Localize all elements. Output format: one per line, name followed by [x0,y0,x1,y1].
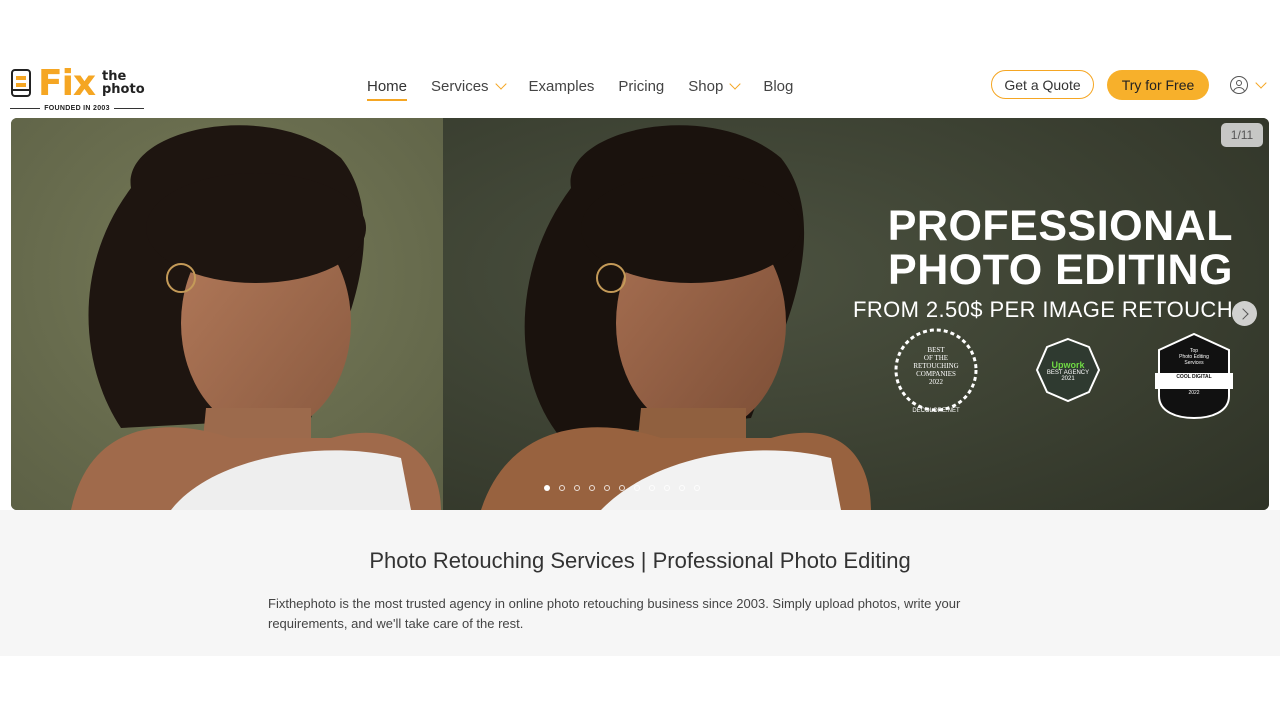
slider-dot[interactable] [634,485,640,491]
nav-item-pricing[interactable]: Pricing [618,75,664,97]
slider-dot[interactable] [589,485,595,491]
upwork-badge-text: Upwork BEST AGENCY 2021 [1046,360,1090,382]
chevron-right-icon [1237,307,1249,320]
logo-word-thephoto: the photo [102,69,145,97]
chevron-down-icon [1255,76,1267,89]
slider-dot[interactable] [679,485,685,491]
nav-item-examples[interactable]: Examples [529,75,595,97]
chevron-down-icon [494,77,507,90]
site-header: Fix the photo FOUNDED IN 2003 Home Servic… [0,56,1280,118]
nav-item-blog[interactable]: Blog [763,75,793,97]
get-a-quote-button[interactable]: Get a Quote [991,70,1094,99]
nav-item-home[interactable]: Home [367,75,408,101]
slider-dot[interactable] [544,485,550,491]
slider-dot[interactable] [649,485,655,491]
cool-digital-badge-text: Top Photo Editing Services COOL DIGITAL … [1176,348,1212,396]
hero-slider[interactable]: 1/11 PROFESSIONAL PHOTO EDITING FROM 2.5… [11,118,1269,510]
logo-tagline: FOUNDED IN 2003 [10,102,145,114]
hero-title: PROFESSIONAL PHOTO EDITING [887,202,1233,294]
account-menu[interactable] [1230,74,1270,96]
main-nav: Home Services Examples Pricing Shop Blog [367,75,817,101]
laurel-badge-source: DECOLORE.NET [912,408,960,414]
slider-next-button[interactable] [1232,301,1257,326]
slider-dot[interactable] [694,485,700,491]
slider-dot[interactable] [574,485,580,491]
page-title: Photo Retouching Services | Professional… [369,548,911,573]
nav-item-services[interactable]: Services [431,75,507,97]
hero-subtitle: FROM 2.50$ PER IMAGE RETOUCH [853,297,1233,322]
slider-dot[interactable] [664,485,670,491]
logo-word-fix: Fix [38,63,96,104]
slider-dot[interactable] [619,485,625,491]
intro-text: Fixthephoto is the most trusted agency i… [268,596,961,631]
laurel-badge-text: BEST OF THE RETOUCHING COMPANIES 2022 [913,346,959,386]
try-for-free-button[interactable]: Try for Free [1107,70,1209,100]
logo-mark-icon [11,69,31,97]
nav-item-shop[interactable]: Shop [688,75,741,97]
slide-counter: 1/11 [1221,123,1263,147]
fixthephoto-logo[interactable]: Fix the photo FOUNDED IN 2003 [10,64,145,114]
slider-dot[interactable] [559,485,565,491]
slider-dot[interactable] [604,485,610,491]
intro-section: Photo Retouching Services | Professional… [0,510,1280,656]
user-icon [1230,76,1248,94]
slider-dots [544,485,700,491]
chevron-down-icon [729,77,741,90]
